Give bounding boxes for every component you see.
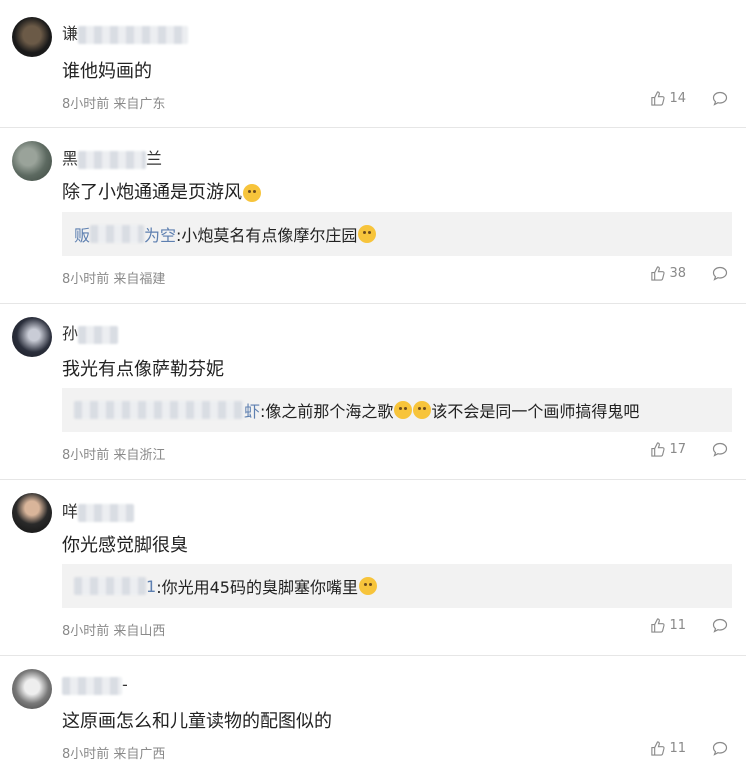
like-button[interactable]: 14	[650, 91, 686, 106]
comment-item: - 这原画怎么和儿童读物的配图似的 8小时前 来自广西 11	[0, 655, 746, 772]
reply-bubble-icon[interactable]	[712, 741, 728, 756]
comment-text: 谁他妈画的	[62, 61, 152, 82]
redacted-name	[78, 503, 135, 522]
avatar[interactable]	[12, 493, 52, 533]
like-count: 17	[669, 442, 686, 457]
avatar[interactable]	[12, 141, 52, 181]
like-count: 11	[669, 741, 686, 756]
comment-item: 咩 你光感觉脚很臭 1:你光用45码的臭脚塞你嘴里 8小时前 来自山西 11	[0, 479, 746, 656]
avatar[interactable]	[12, 17, 52, 57]
comment-meta: 8小时前 来自福建	[62, 272, 166, 287]
redacted-name	[78, 325, 119, 344]
cute-face-emoji-icon	[358, 577, 377, 595]
reply-author[interactable]: 1	[74, 577, 156, 596]
redacted-name	[78, 25, 189, 44]
reply-preview[interactable]: 虾:像之前那个海之歌 该不会是同一个画师搞得鬼吧	[62, 388, 732, 432]
reply-bubble-icon[interactable]	[712, 618, 728, 633]
redacted-name	[62, 676, 122, 695]
like-count: 14	[669, 91, 686, 106]
like-count: 11	[669, 618, 686, 633]
redacted-name	[74, 577, 146, 595]
reply-author[interactable]: 虾	[74, 398, 260, 422]
laughing-emoji-icon	[358, 225, 377, 243]
like-button[interactable]: 38	[650, 266, 686, 281]
commenter-name[interactable]: -	[62, 675, 128, 695]
comment-meta: 8小时前 来自广东	[62, 97, 166, 112]
thumbs-up-icon	[651, 266, 666, 281]
thumbs-up-icon	[651, 91, 666, 106]
thumbs-up-icon	[651, 741, 666, 756]
reply-author[interactable]: 贩为空	[74, 222, 176, 246]
comment-text: 我光有点像萨勒芬妮	[62, 359, 224, 380]
reply-bubble-icon[interactable]	[712, 91, 728, 106]
avatar[interactable]	[12, 317, 52, 357]
reply-bubble-icon[interactable]	[712, 266, 728, 281]
like-count: 38	[669, 266, 686, 281]
crying-emoji-icon	[243, 184, 261, 202]
comment-item: 孙 我光有点像萨勒芬妮 虾:像之前那个海之歌 该不会是同一个画师搞得鬼吧 8小时前…	[0, 303, 746, 480]
comment-meta: 8小时前 来自浙江	[62, 448, 166, 463]
comment-meta: 8小时前 来自山西	[62, 624, 166, 639]
smirk-emoji-icon	[394, 401, 413, 419]
thumbs-up-icon	[651, 618, 666, 633]
comment-item: 谦 谁他妈画的 8小时前 来自广东 14	[0, 0, 746, 128]
comment-item: 黑兰 除了小炮通通是页游风 贩为空:小炮莫名有点像摩尔庄园 8小时前 来自福建 …	[0, 127, 746, 304]
redacted-name	[90, 225, 145, 243]
thumbs-up-icon	[651, 442, 666, 457]
avatar[interactable]	[12, 669, 52, 709]
comment-text: 这原画怎么和儿童读物的配图似的	[62, 711, 332, 732]
redacted-name	[74, 401, 244, 419]
like-button[interactable]: 11	[650, 618, 686, 633]
commenter-name[interactable]: 咩	[62, 498, 135, 522]
like-button[interactable]: 11	[650, 741, 686, 756]
reply-preview[interactable]: 贩为空:小炮莫名有点像摩尔庄园	[62, 212, 732, 256]
comment-text: 你光感觉脚很臭	[62, 535, 188, 556]
reply-bubble-icon[interactable]	[712, 442, 728, 457]
comment-text: 除了小炮通通是页游风	[62, 178, 261, 204]
smirk-emoji-icon	[413, 401, 432, 419]
commenter-name[interactable]: 谦	[62, 20, 189, 44]
commenter-name[interactable]: 孙	[62, 320, 119, 344]
commenter-name[interactable]: 黑兰	[62, 145, 162, 169]
reply-preview[interactable]: 1:你光用45码的臭脚塞你嘴里	[62, 564, 732, 608]
redacted-name	[78, 150, 147, 169]
like-button[interactable]: 17	[650, 442, 686, 457]
comment-meta: 8小时前 来自广西	[62, 747, 166, 762]
